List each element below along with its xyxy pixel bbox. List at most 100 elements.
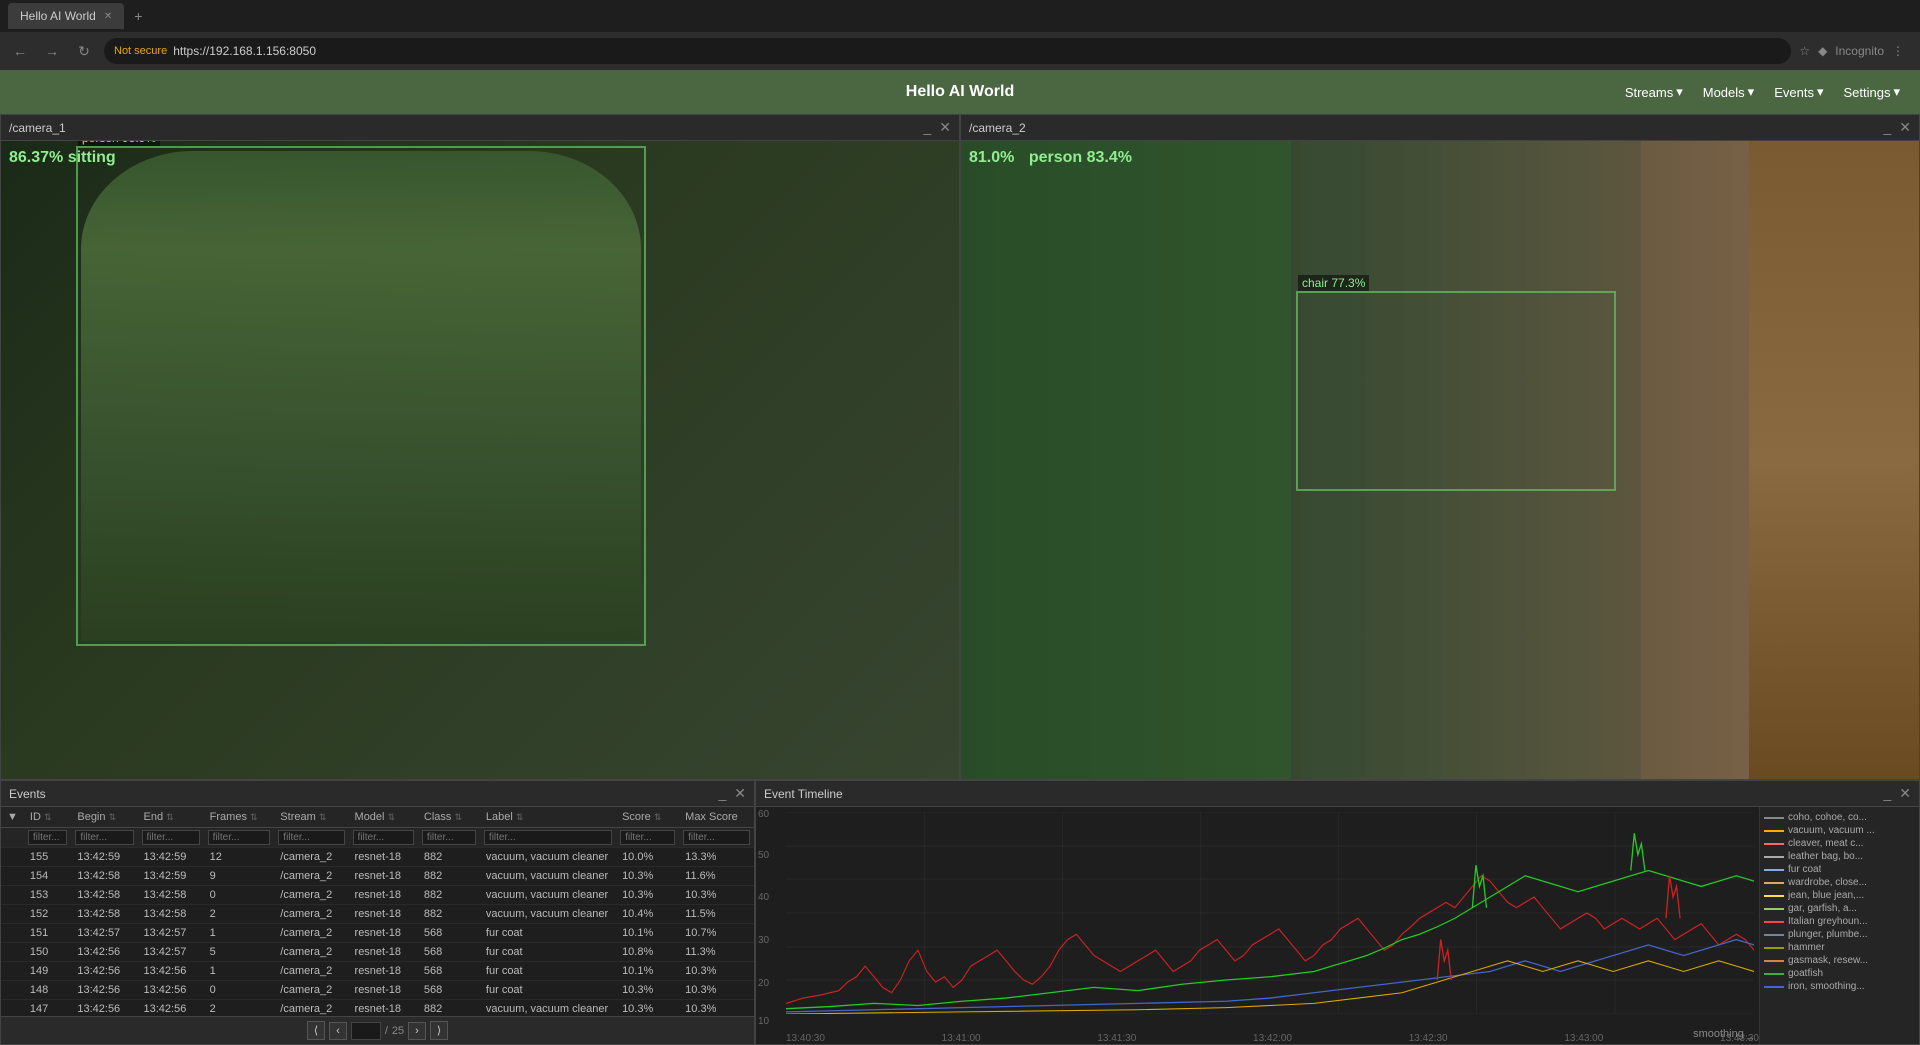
camera2-detection1: person 83.4% bbox=[1029, 149, 1132, 166]
filter-score[interactable] bbox=[620, 830, 675, 845]
col-id[interactable]: ID ⇅ bbox=[24, 807, 71, 828]
col-label[interactable]: Label ⇅ bbox=[480, 807, 616, 828]
table-row: 151 13:42:57 13:42:57 1 /camera_2 resnet… bbox=[1, 924, 754, 943]
camera2-door bbox=[1749, 141, 1919, 779]
forward-button[interactable]: → bbox=[40, 39, 64, 63]
table-row: 153 13:42:58 13:42:58 0 /camera_2 resnet… bbox=[1, 886, 754, 905]
tab-close-button[interactable]: ✕ bbox=[104, 11, 112, 22]
filter-begin[interactable] bbox=[75, 830, 133, 845]
x-label-6: 13:43:00 bbox=[1564, 1033, 1603, 1044]
main-content: /camera_1 _ ✕ person 95.9% 86.37% sittin… bbox=[0, 114, 1920, 1045]
legend-item: gasmask, resew... bbox=[1764, 954, 1915, 967]
address-bar-right: ☆ ◆ Incognito ⋮ bbox=[1799, 44, 1904, 58]
filter-class[interactable] bbox=[422, 830, 476, 845]
legend-label: wardrobe, close... bbox=[1788, 877, 1867, 888]
new-tab-button[interactable]: + bbox=[128, 8, 148, 24]
bookmark-icon[interactable]: ☆ bbox=[1799, 44, 1810, 58]
table-row: 154 13:42:58 13:42:59 9 /camera_2 resnet… bbox=[1, 867, 754, 886]
col-model[interactable]: Model ⇅ bbox=[349, 807, 418, 828]
table-header-row: ▼ ID ⇅ Begin ⇅ End ⇅ Frames ⇅ Stream ⇅ M… bbox=[1, 807, 754, 828]
y-label-40: 40 bbox=[758, 892, 769, 903]
y-label-60: 60 bbox=[758, 809, 769, 820]
browser-chrome: Hello AI World ✕ + ← → ↻ Not secure http… bbox=[0, 0, 1920, 70]
url-box[interactable]: Not secure https://192.168.1.156:8050 bbox=[104, 38, 1791, 64]
models-label: Models bbox=[1703, 85, 1745, 100]
col-sort[interactable]: ▼ bbox=[1, 807, 24, 828]
timeline-minimize[interactable]: _ bbox=[1883, 785, 1891, 802]
table-row: 148 13:42:56 13:42:56 0 /camera_2 resnet… bbox=[1, 981, 754, 1000]
col-score[interactable]: Score ⇅ bbox=[616, 807, 679, 828]
active-tab[interactable]: Hello AI World ✕ bbox=[8, 3, 124, 29]
camera2-panel: /camera_2 _ ✕ 81.0% person bbox=[960, 114, 1920, 780]
page-separator: / bbox=[385, 1025, 388, 1037]
legend-item: jean, blue jean,... bbox=[1764, 889, 1915, 902]
legend-item: hammer bbox=[1764, 941, 1915, 954]
events-minimize[interactable]: _ bbox=[718, 785, 726, 802]
filter-label[interactable] bbox=[484, 830, 612, 845]
x-axis-labels: 13:40:30 13:41:00 13:41:30 13:42:00 13:4… bbox=[786, 1033, 1759, 1044]
camera1-close[interactable]: ✕ bbox=[939, 119, 951, 136]
camera1-video: person 95.9% 86.37% sitting bbox=[1, 141, 959, 779]
events-title: Events bbox=[9, 787, 46, 801]
legend-color-swatch bbox=[1764, 986, 1784, 988]
legend-item: cleaver, meat c... bbox=[1764, 837, 1915, 850]
y-label-20: 20 bbox=[758, 978, 769, 989]
camera2-minimize[interactable]: _ bbox=[1883, 119, 1891, 136]
col-end[interactable]: End ⇅ bbox=[138, 807, 204, 828]
events-close[interactable]: ✕ bbox=[734, 785, 746, 802]
legend-color-swatch bbox=[1764, 830, 1784, 832]
back-button[interactable]: ← bbox=[8, 39, 32, 63]
legend-color-swatch bbox=[1764, 895, 1784, 897]
legend-color-swatch bbox=[1764, 817, 1784, 819]
timeline-close[interactable]: ✕ bbox=[1899, 785, 1911, 802]
camera1-title: /camera_1 bbox=[9, 121, 66, 135]
y-label-50: 50 bbox=[758, 850, 769, 861]
camera1-minimize[interactable]: _ bbox=[923, 119, 931, 136]
legend-item: plunger, plumbe... bbox=[1764, 928, 1915, 941]
legend-item: iron, smoothing... bbox=[1764, 980, 1915, 993]
col-begin[interactable]: Begin ⇅ bbox=[71, 807, 137, 828]
address-bar: ← → ↻ Not secure https://192.168.1.156:8… bbox=[0, 32, 1920, 70]
col-max-score[interactable]: Max Score bbox=[679, 807, 754, 828]
camera1-panel: /camera_1 _ ✕ person 95.9% 86.37% sittin… bbox=[0, 114, 960, 780]
models-chevron: ▾ bbox=[1748, 84, 1755, 100]
page-total: 25 bbox=[392, 1025, 404, 1037]
profile-icon[interactable]: Incognito bbox=[1835, 44, 1884, 58]
events-controls: _ ✕ bbox=[718, 785, 746, 802]
camera2-video: 81.0% person 83.4% chair 77.3% bbox=[961, 141, 1919, 779]
nav-models[interactable]: Models ▾ bbox=[1703, 84, 1754, 100]
filter-frames[interactable] bbox=[208, 830, 271, 845]
video-row: /camera_1 _ ✕ person 95.9% 86.37% sittin… bbox=[0, 114, 1920, 780]
col-stream[interactable]: Stream ⇅ bbox=[274, 807, 348, 828]
legend-label: iron, smoothing... bbox=[1788, 981, 1865, 992]
events-panel: Events _ ✕ ▼ ID ⇅ Begin ⇅ End ⇅ Frames ⇅ bbox=[0, 780, 755, 1045]
page-input[interactable]: 1 bbox=[351, 1022, 381, 1040]
legend-item: Italian greyhoun... bbox=[1764, 915, 1915, 928]
x-label-2: 13:41:00 bbox=[942, 1033, 981, 1044]
first-page-button[interactable]: ⟨ bbox=[307, 1021, 325, 1040]
col-frames[interactable]: Frames ⇅ bbox=[204, 807, 275, 828]
filter-max-score[interactable] bbox=[683, 830, 750, 845]
filter-end[interactable] bbox=[142, 830, 200, 845]
nav-streams[interactable]: Streams ▾ bbox=[1625, 84, 1683, 100]
nav-settings[interactable]: Settings ▾ bbox=[1843, 84, 1900, 100]
camera2-close[interactable]: ✕ bbox=[1899, 119, 1911, 136]
prev-page-button[interactable]: ‹ bbox=[329, 1022, 347, 1040]
col-class[interactable]: Class ⇅ bbox=[418, 807, 480, 828]
menu-icon[interactable]: ⋮ bbox=[1892, 44, 1904, 58]
camera2-chair-label: chair 77.3% bbox=[1298, 275, 1369, 291]
x-label-1: 13:40:30 bbox=[786, 1033, 825, 1044]
settings-label: Settings bbox=[1843, 85, 1890, 100]
filter-model[interactable] bbox=[353, 830, 414, 845]
last-page-button[interactable]: ⟩ bbox=[430, 1021, 448, 1040]
x-label-5: 13:42:30 bbox=[1409, 1033, 1448, 1044]
legend-label: fur coat bbox=[1788, 864, 1821, 875]
next-page-button[interactable]: › bbox=[408, 1022, 426, 1040]
filter-stream[interactable] bbox=[278, 830, 344, 845]
camera1-detection-box: person 95.9% bbox=[76, 146, 646, 646]
reload-button[interactable]: ↻ bbox=[72, 39, 96, 63]
legend-color-swatch bbox=[1764, 856, 1784, 858]
nav-events[interactable]: Events ▾ bbox=[1774, 84, 1823, 100]
extensions-icon[interactable]: ◆ bbox=[1818, 44, 1827, 58]
filter-id[interactable] bbox=[28, 830, 67, 845]
